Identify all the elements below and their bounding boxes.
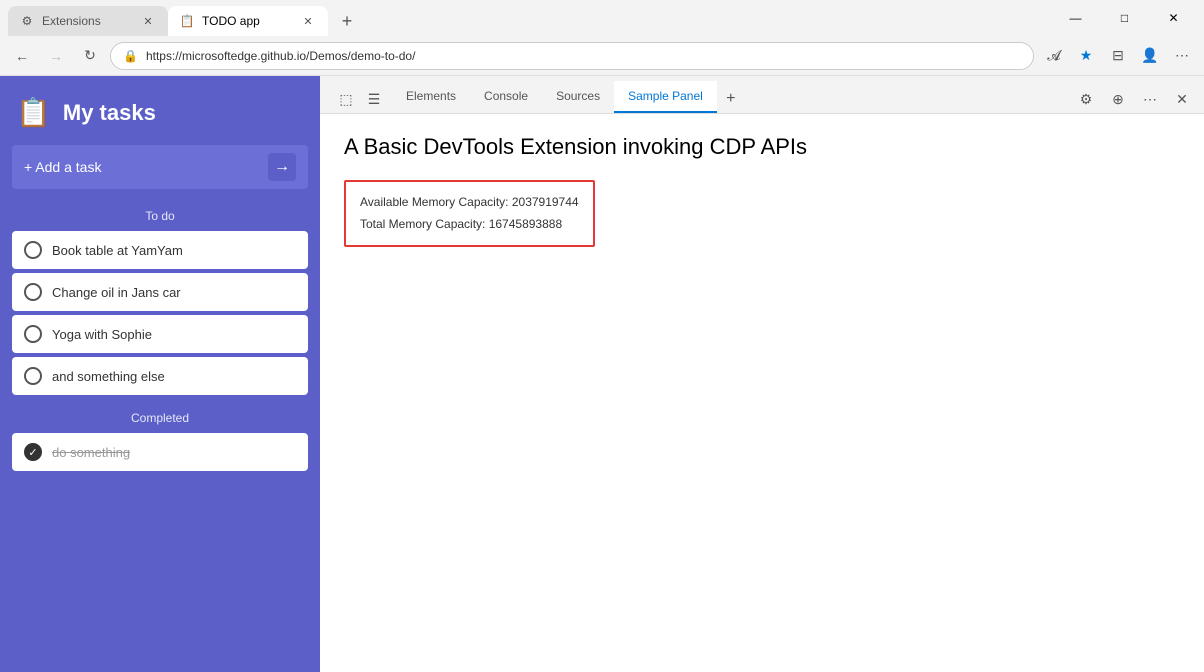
add-task-bar[interactable]: + Add a task →	[12, 145, 308, 189]
devtools-heading: A Basic DevTools Extension invoking CDP …	[344, 134, 1180, 160]
devtools-settings-icon[interactable]: ⚙	[1072, 85, 1100, 113]
collections-icon[interactable]: ⊟	[1104, 42, 1132, 70]
task-item[interactable]: Yoga with Sophie	[12, 315, 308, 353]
devtools-tab-sources[interactable]: Sources	[542, 81, 614, 113]
address-input[interactable]: 🔒 https://microsoftedge.github.io/Demos/…	[110, 42, 1034, 70]
devtools-tab-sample-panel[interactable]: Sample Panel	[614, 81, 717, 113]
tab-extensions-label: Extensions	[42, 14, 132, 28]
tab-extensions-close[interactable]: ✕	[140, 13, 156, 29]
favorites-icon[interactable]: ★	[1072, 42, 1100, 70]
tab-todo[interactable]: 📋 TODO app ✕	[168, 6, 328, 36]
task-text-2: Change oil in Jans car	[52, 285, 181, 300]
add-task-label: + Add a task	[24, 159, 260, 175]
settings-icon[interactable]: ⋯	[1168, 42, 1196, 70]
todo-app-title: My tasks	[63, 100, 156, 126]
new-tab-button[interactable]: +	[332, 6, 362, 36]
task-checkbox-4[interactable]	[24, 367, 42, 385]
forward-button[interactable]: →	[42, 42, 70, 70]
task-checkbox-5[interactable]: ✓	[24, 443, 42, 461]
task-text-1: Book table at YamYam	[52, 243, 183, 258]
todo-tab-icon: 📋	[180, 14, 194, 28]
task-checkbox-3[interactable]	[24, 325, 42, 343]
read-aloud-icon[interactable]: 𝓐	[1040, 42, 1068, 70]
devtools-close-icon[interactable]: ✕	[1168, 85, 1196, 113]
total-memory-label: Total Memory Capacity: 16745893888	[360, 214, 579, 236]
tab-extensions[interactable]: ⚙ Extensions ✕	[8, 6, 168, 36]
add-task-arrow-icon: →	[274, 158, 290, 176]
todo-section-label: To do	[0, 205, 320, 231]
task-checkbox-1[interactable]	[24, 241, 42, 259]
tab-group: ⚙ Extensions ✕ 📋 TODO app ✕ +	[8, 0, 1053, 36]
task-item[interactable]: Change oil in Jans car	[12, 273, 308, 311]
completed-task-list: ✓ do something	[0, 433, 320, 471]
tab-todo-label: TODO app	[202, 14, 292, 28]
maximize-button[interactable]: □	[1102, 3, 1147, 33]
device-emulation-icon[interactable]: ☰	[360, 85, 388, 113]
inspect-element-icon[interactable]: ⬚	[332, 85, 360, 113]
devtools-toolbar-icons: ⚙ ⊕ ⋯ ✕	[1072, 85, 1196, 113]
completed-section-label: Completed	[0, 407, 320, 433]
completed-task-item[interactable]: ✓ do something	[12, 433, 308, 471]
task-text-5: do something	[52, 445, 130, 460]
title-bar: ⚙ Extensions ✕ 📋 TODO app ✕ + — □ ✕	[0, 0, 1204, 36]
main-content: 📋 My tasks + Add a task → To do Book tab…	[0, 76, 1204, 672]
extensions-icon: ⚙	[20, 14, 34, 28]
refresh-button[interactable]: ↻	[76, 42, 104, 70]
todo-app-icon: 📋	[16, 96, 51, 129]
task-item[interactable]: and something else	[12, 357, 308, 395]
window-controls: — □ ✕	[1053, 3, 1196, 33]
available-memory-label: Available Memory Capacity: 2037919744	[360, 192, 579, 214]
devtools-tab-console[interactable]: Console	[470, 81, 542, 113]
completed-section: Completed ✓ do something	[0, 407, 320, 471]
devtools-tabs: ⬚ ☰ Elements Console Sources Sample Pane…	[320, 76, 1204, 114]
address-icons: 𝓐 ★ ⊟ 👤 ⋯	[1040, 42, 1196, 70]
browser-frame: ⚙ Extensions ✕ 📋 TODO app ✕ + — □ ✕ ← → …	[0, 0, 1204, 672]
close-button[interactable]: ✕	[1151, 3, 1196, 33]
memory-info-box: Available Memory Capacity: 2037919744 To…	[344, 180, 595, 247]
tab-todo-close[interactable]: ✕	[300, 13, 316, 29]
task-checkbox-2[interactable]	[24, 283, 42, 301]
devtools-add-tab-icon[interactable]: +	[717, 85, 745, 113]
devtools-content: A Basic DevTools Extension invoking CDP …	[320, 114, 1204, 672]
devtools-more-icon[interactable]: ⋯	[1136, 85, 1164, 113]
devtools-tab-elements[interactable]: Elements	[392, 81, 470, 113]
add-task-button[interactable]: →	[268, 153, 296, 181]
todo-sidebar: 📋 My tasks + Add a task → To do Book tab…	[0, 76, 320, 672]
profile-icon[interactable]: 👤	[1136, 42, 1164, 70]
devtools-connect-icon[interactable]: ⊕	[1104, 85, 1132, 113]
back-button[interactable]: ←	[8, 42, 36, 70]
minimize-button[interactable]: —	[1053, 3, 1098, 33]
task-text-4: and something else	[52, 369, 165, 384]
todo-header: 📋 My tasks	[0, 76, 320, 145]
task-item[interactable]: Book table at YamYam	[12, 231, 308, 269]
devtools-panel: ⬚ ☰ Elements Console Sources Sample Pane…	[320, 76, 1204, 672]
todo-task-list: Book table at YamYam Change oil in Jans …	[0, 231, 320, 395]
devtools-inspect-icons: ⬚ ☰	[328, 85, 392, 113]
address-bar: ← → ↻ 🔒 https://microsoftedge.github.io/…	[0, 36, 1204, 76]
task-text-3: Yoga with Sophie	[52, 327, 152, 342]
address-text: https://microsoftedge.github.io/Demos/de…	[146, 49, 415, 63]
lock-icon: 🔒	[123, 49, 138, 63]
